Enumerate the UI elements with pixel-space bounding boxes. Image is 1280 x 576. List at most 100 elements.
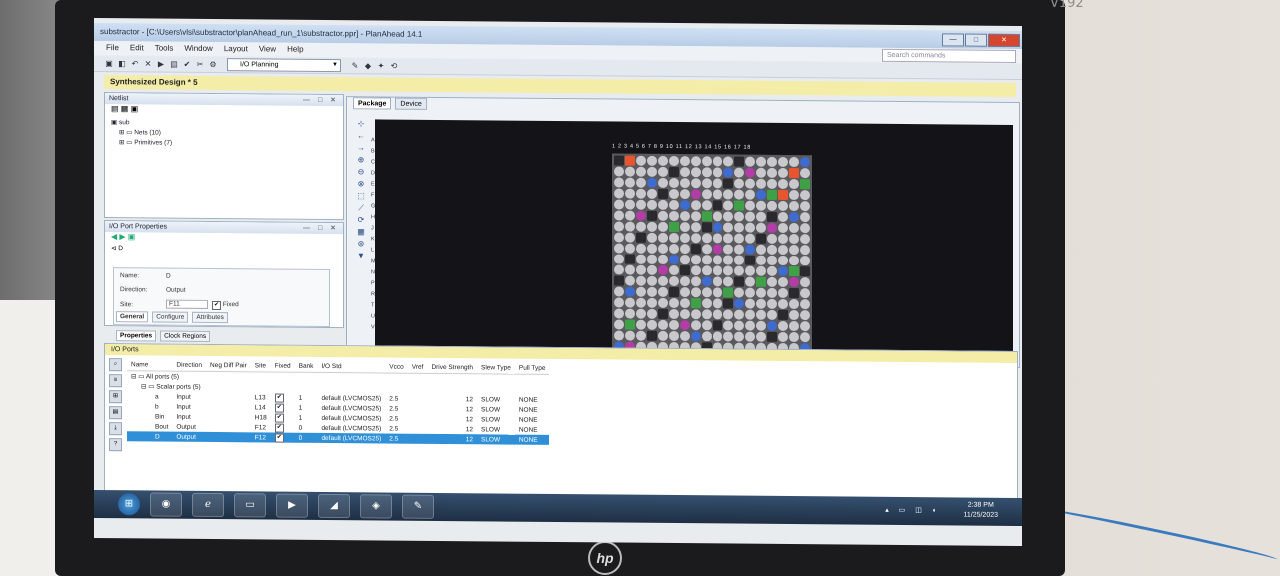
menu-layout[interactable]: Layout (224, 42, 248, 56)
package-pin[interactable] (679, 177, 690, 188)
package-pin[interactable] (701, 189, 712, 200)
package-pin[interactable] (723, 222, 734, 233)
package-pin[interactable] (800, 288, 810, 299)
zoom-in-icon[interactable]: ⊕ (358, 155, 365, 164)
refresh-icon[interactable]: ⟳ (358, 215, 365, 224)
package-pin[interactable] (734, 156, 745, 167)
package-pin[interactable] (778, 244, 789, 255)
menu-tools[interactable]: Tools (155, 41, 174, 55)
system-tray[interactable]: ▴ ▭ ◫ ◖ (885, 506, 940, 514)
package-pin[interactable] (657, 276, 668, 287)
package-pin[interactable] (756, 309, 767, 320)
package-pin[interactable] (646, 155, 657, 166)
package-pin[interactable] (690, 167, 701, 178)
package-pin[interactable] (614, 319, 624, 330)
panel-controls[interactable]: — □ ✕ (303, 223, 339, 234)
package-pin[interactable] (789, 288, 800, 299)
package-pin[interactable] (679, 254, 690, 265)
package-pin[interactable] (635, 287, 646, 298)
package-pin[interactable] (690, 309, 701, 320)
search-icon[interactable]: ⌕ (109, 358, 122, 372)
package-pin[interactable] (767, 156, 778, 167)
package-pin[interactable] (614, 330, 624, 341)
package-pin[interactable] (800, 310, 810, 321)
package-pin[interactable] (778, 277, 789, 288)
grid-icon[interactable]: ▦ (357, 227, 365, 236)
package-pin[interactable] (712, 243, 723, 254)
package-pin[interactable] (624, 330, 635, 341)
package-pin[interactable] (657, 166, 668, 177)
package-pin[interactable] (745, 266, 756, 277)
package-pin[interactable] (789, 332, 800, 343)
package-pin[interactable] (701, 210, 712, 221)
package-pin[interactable] (789, 255, 800, 266)
package-pin[interactable] (767, 299, 778, 310)
menu-view[interactable]: View (259, 42, 276, 56)
package-pin[interactable] (723, 167, 734, 178)
fixed-checkbox[interactable]: ✔ (274, 433, 284, 443)
package-pin[interactable] (646, 166, 657, 177)
tab-configure[interactable]: Configure (152, 311, 189, 323)
package-pin[interactable] (690, 276, 701, 287)
package-pin[interactable] (635, 210, 646, 221)
package-pin[interactable] (800, 277, 810, 288)
arrow-right-icon[interactable]: → (357, 143, 365, 152)
package-pin[interactable] (789, 299, 800, 310)
package-pin[interactable] (624, 221, 635, 232)
package-pin[interactable] (789, 189, 800, 200)
package-pin[interactable] (767, 277, 778, 288)
package-pin[interactable] (624, 319, 635, 330)
package-pin[interactable] (756, 266, 767, 277)
package-pin[interactable] (668, 210, 679, 221)
package-pin[interactable] (712, 287, 723, 298)
package-pin[interactable] (723, 276, 734, 287)
group-icon[interactable]: ▤ (109, 406, 122, 420)
tab-clock-regions[interactable]: Clock Regions (160, 330, 211, 342)
menu-help[interactable]: Help (287, 43, 303, 57)
collapse-icon[interactable]: ▤ (111, 104, 119, 113)
package-pin[interactable] (734, 211, 745, 222)
package-pin[interactable] (701, 265, 712, 276)
package-pin[interactable] (679, 265, 690, 276)
package-pin[interactable] (756, 277, 767, 288)
export-icon[interactable]: ⤓ (109, 422, 122, 436)
package-pin[interactable] (745, 255, 756, 266)
package-pin[interactable] (657, 298, 668, 309)
app-icon[interactable]: ✎ (402, 494, 434, 519)
tab-properties[interactable]: Properties (116, 330, 157, 342)
package-pin[interactable] (800, 157, 810, 168)
package-pin[interactable] (624, 286, 635, 297)
package-pin[interactable] (767, 222, 778, 233)
package-pin[interactable] (657, 243, 668, 254)
package-pin[interactable] (723, 178, 734, 189)
package-pin[interactable] (701, 156, 712, 167)
package-pin[interactable] (646, 188, 657, 199)
package-pin[interactable] (712, 298, 723, 309)
package-pin[interactable] (734, 331, 745, 342)
select-icon[interactable]: ⬚ (357, 191, 365, 200)
package-pin[interactable] (646, 177, 657, 188)
package-pin[interactable] (789, 244, 800, 255)
package-pin[interactable] (657, 320, 668, 331)
package-pin[interactable] (734, 244, 745, 255)
col-drive-strength[interactable]: Drive Strength (427, 360, 477, 374)
package-pin[interactable] (800, 178, 810, 190)
package-pin[interactable] (624, 155, 635, 166)
col-site[interactable]: Site (250, 359, 271, 372)
package-pin[interactable] (756, 178, 767, 189)
package-pin[interactable] (690, 287, 701, 298)
package-pin[interactable] (635, 177, 646, 188)
package-pin[interactable] (745, 287, 756, 298)
package-pin[interactable] (745, 200, 756, 211)
package-pin[interactable] (756, 222, 767, 233)
package-pin[interactable] (646, 210, 657, 221)
package-pin[interactable] (646, 319, 657, 330)
package-pin[interactable] (701, 221, 712, 232)
package-pin[interactable] (646, 254, 657, 265)
package-pin[interactable] (635, 330, 646, 341)
col-vcco[interactable]: Vcco (385, 360, 408, 374)
settings-icon[interactable]: ⚙ (208, 59, 218, 69)
package-pin[interactable] (668, 188, 679, 199)
package-pin[interactable] (800, 168, 810, 179)
package-pin[interactable] (756, 211, 767, 222)
